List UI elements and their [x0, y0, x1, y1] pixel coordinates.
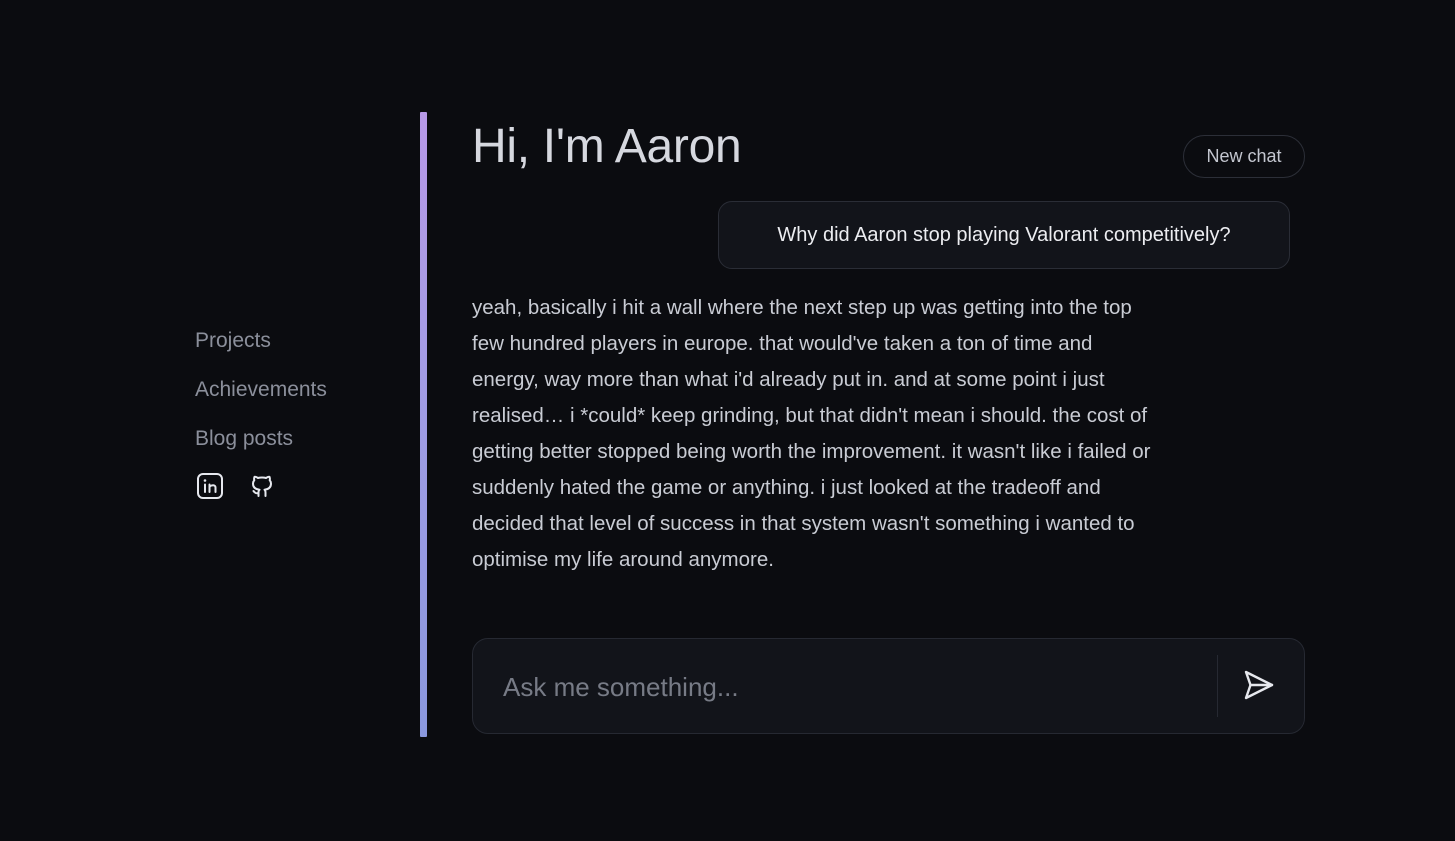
chat-input[interactable] — [503, 663, 1193, 711]
linkedin-icon[interactable] — [195, 471, 225, 501]
nav-item-projects[interactable]: Projects — [195, 324, 395, 358]
user-message: Why did Aaron stop playing Valorant comp… — [718, 201, 1290, 269]
nav-item-blog-posts[interactable]: Blog posts — [195, 422, 395, 456]
social-links — [195, 471, 395, 501]
composer-divider — [1217, 655, 1218, 717]
chat-composer — [472, 638, 1305, 734]
page: Projects Achievements Blog posts Hi, I'm… — [0, 0, 1455, 841]
assistant-message: yeah, basically i hit a wall where the n… — [472, 296, 1151, 571]
send-button[interactable] — [1237, 663, 1281, 707]
github-icon[interactable] — [247, 471, 277, 501]
new-chat-button[interactable]: New chat — [1183, 135, 1305, 178]
send-icon — [1244, 670, 1274, 700]
sidebar: Projects Achievements Blog posts — [195, 324, 395, 501]
nav-item-achievements[interactable]: Achievements — [195, 373, 395, 407]
page-title: Hi, I'm Aaron — [472, 120, 742, 173]
accent-bar — [420, 112, 427, 737]
